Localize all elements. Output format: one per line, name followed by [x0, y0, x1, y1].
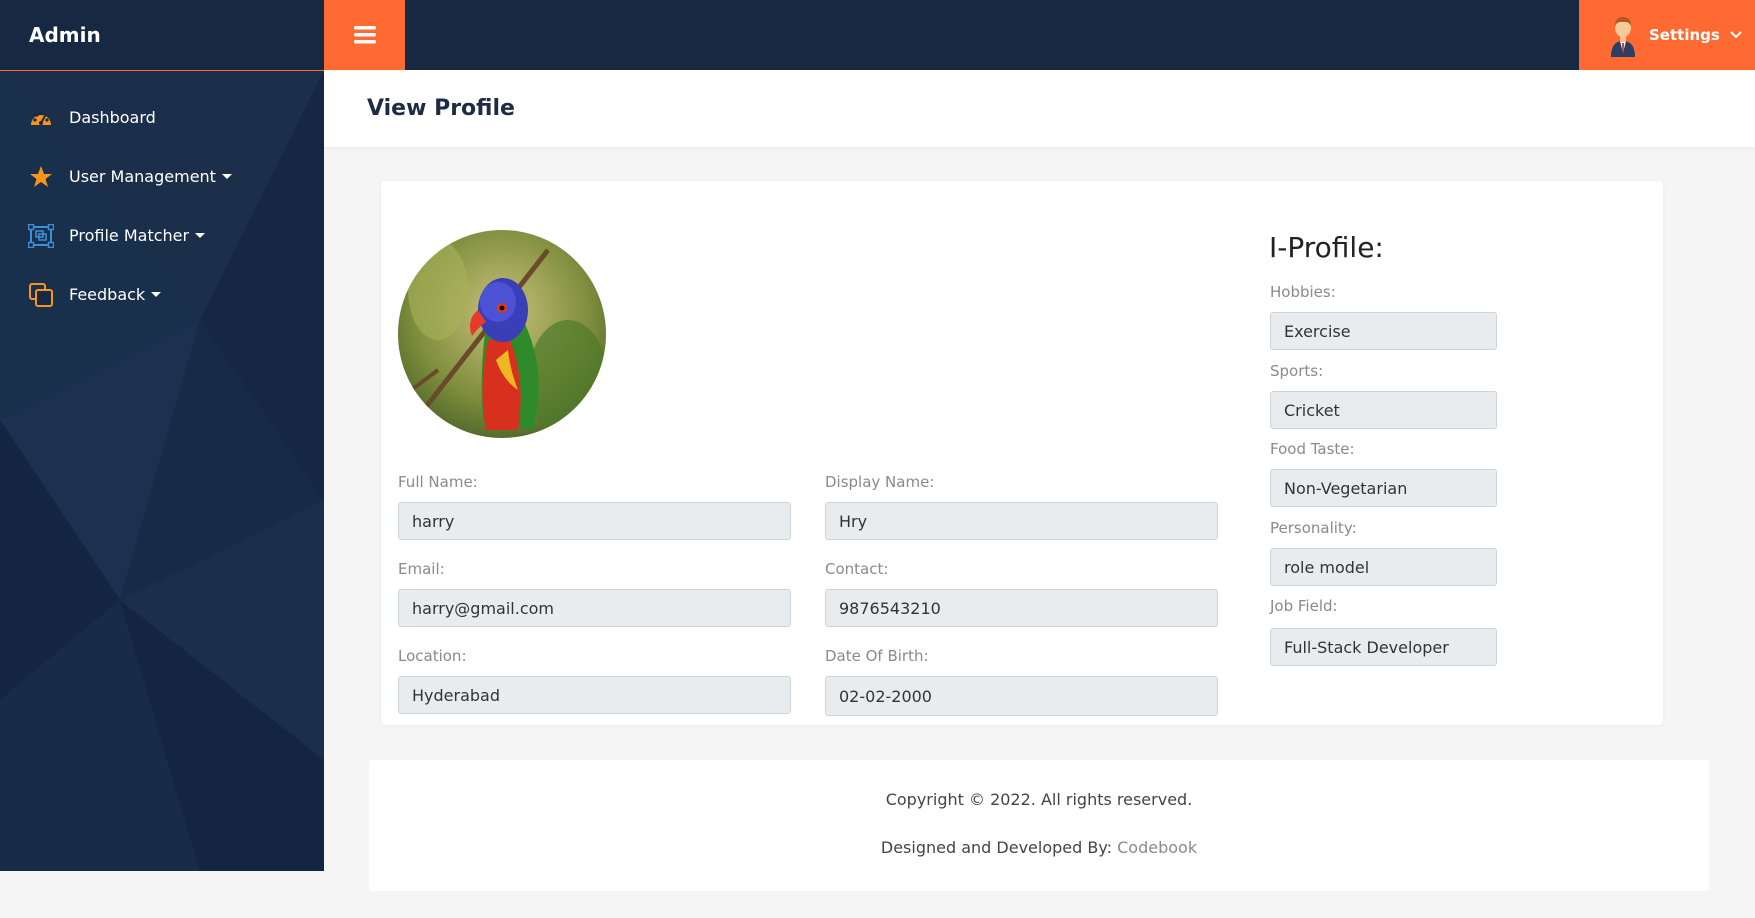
job-field-label: Job Field: — [1270, 597, 1338, 615]
display-name-label: Display Name: — [825, 473, 935, 491]
display-name-field[interactable]: Hry — [825, 502, 1218, 540]
personality-field[interactable]: role model — [1270, 548, 1497, 586]
job-field-field[interactable]: Full-Stack Developer — [1270, 628, 1497, 666]
designed-by-text: Designed and Developed By: — [880, 838, 1118, 857]
chevron-down-icon — [221, 174, 232, 179]
hobbies-field[interactable]: Exercise — [1270, 312, 1497, 350]
date-of-birth-field[interactable]: 02-02-2000 — [825, 676, 1218, 716]
sidebar-item-feedback[interactable]: Feedback — [0, 265, 324, 324]
contact-label: Contact: — [825, 560, 889, 578]
sports-label: Sports: — [1270, 362, 1324, 380]
top-navbar: Settings — [324, 0, 1755, 70]
copyright-text: Copyright © 2022. All rights reserved. — [885, 790, 1193, 809]
sidebar-item-label: Feedback — [69, 285, 146, 304]
settings-label: Settings — [1649, 26, 1720, 44]
sidebar-item-dashboard[interactable]: Dashboard — [0, 88, 324, 147]
full-name-field[interactable]: harry — [398, 502, 791, 540]
page-title: View Profile — [367, 96, 515, 121]
contact-field[interactable]: 9876543210 — [825, 589, 1218, 627]
sidebar-item-user-management[interactable]: User Management — [0, 147, 324, 206]
dashboard-gauge-icon — [28, 105, 54, 131]
food-taste-label: Food Taste: — [1270, 440, 1355, 458]
chevron-down-icon — [195, 233, 206, 238]
sidebar-nav: Dashboard User Management Profile Matche… — [0, 88, 324, 324]
brand-header: Admin — [0, 0, 324, 71]
profile-matcher-icon — [28, 223, 54, 249]
brand-title[interactable]: Admin — [29, 23, 101, 47]
sidebar-item-label: User Management — [69, 167, 216, 186]
email-label: Email: — [398, 560, 445, 578]
iprofile-title: I-Profile: — [1269, 231, 1384, 264]
star-icon — [28, 164, 54, 190]
personality-label: Personality: — [1270, 519, 1357, 537]
copy-squares-icon — [28, 282, 54, 308]
sidebar-item-label: Dashboard — [69, 108, 156, 127]
user-avatar-icon — [1611, 17, 1635, 57]
sidebar-item-profile-matcher[interactable]: Profile Matcher — [0, 206, 324, 265]
hamburger-icon — [353, 26, 376, 44]
settings-dropdown[interactable]: Settings — [1579, 0, 1755, 70]
chevron-down-icon — [151, 292, 162, 297]
email-field[interactable]: harry@gmail.com — [398, 589, 791, 627]
location-field[interactable]: Hyderabad — [398, 676, 791, 714]
sidebar-item-label: Profile Matcher — [69, 226, 190, 245]
codebook-link[interactable]: Codebook — [1117, 838, 1197, 857]
menu-toggle-button[interactable] — [324, 0, 405, 70]
parrot-image — [398, 230, 606, 438]
profile-photo — [398, 230, 606, 438]
designed-by-line: Designed and Developed By: Codebook — [369, 838, 1709, 857]
sidebar: Admin Dashboard User Management Profile … — [0, 0, 324, 871]
profile-card: Full Name: harry Display Name: Hry Email… — [381, 181, 1663, 725]
location-label: Location: — [398, 647, 467, 665]
page-header: View Profile — [324, 70, 1755, 147]
dob-label: Date Of Birth: — [825, 647, 929, 665]
full-name-label: Full Name: — [398, 473, 478, 491]
food-taste-field[interactable]: Non-Vegetarian — [1270, 469, 1497, 507]
sports-field[interactable]: Cricket — [1270, 391, 1497, 429]
footer: Copyright © 2022. All rights reserved. D… — [369, 760, 1709, 891]
hobbies-label: Hobbies: — [1270, 283, 1336, 301]
chevron-down-icon — [1730, 31, 1742, 39]
